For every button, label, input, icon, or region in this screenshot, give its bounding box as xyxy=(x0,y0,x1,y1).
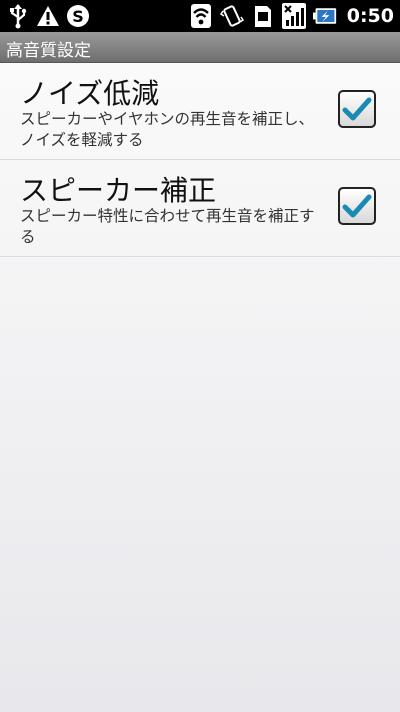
vibrate-icon xyxy=(219,3,244,29)
usb-icon xyxy=(6,3,30,29)
pref-item-speaker-correction[interactable]: スピーカー補正 スピーカー特性に合わせて再生音を補正する xyxy=(0,160,400,257)
speaker-correction-checkbox[interactable] xyxy=(338,187,376,225)
title-bar: 高音質設定 xyxy=(0,32,400,63)
pref-summary: スピーカー特性に合わせて再生音を補正する xyxy=(20,207,315,246)
noise-reduction-checkbox[interactable] xyxy=(338,90,376,128)
status-bar: S 0:50 xyxy=(0,0,400,32)
clock: 0:50 xyxy=(346,5,394,27)
pref-title: スピーカー補正 xyxy=(20,174,217,207)
signal-icon xyxy=(281,3,306,29)
pref-item-noise-reduction[interactable]: ノイズ低減 スピーカーやイヤホンの再生音を補正し、ノイズを軽減する xyxy=(0,63,400,160)
sd-card-icon xyxy=(251,3,275,29)
pref-summary: スピーカーやイヤホンの再生音を補正し、ノイズを軽減する xyxy=(20,110,315,149)
checkmark-icon xyxy=(342,97,372,121)
svg-text:S: S xyxy=(72,7,84,26)
battery-charging-icon xyxy=(312,3,337,29)
skype-icon: S xyxy=(66,3,90,29)
pref-title: ノイズ低減 xyxy=(20,77,160,110)
page-title: 高音質設定 xyxy=(6,41,91,61)
preference-list: ノイズ低減 スピーカーやイヤホンの再生音を補正し、ノイズを軽減する スピーカー補… xyxy=(0,63,400,712)
wifi-icon xyxy=(189,3,213,29)
warning-icon xyxy=(36,3,60,29)
checkmark-icon xyxy=(342,194,372,218)
